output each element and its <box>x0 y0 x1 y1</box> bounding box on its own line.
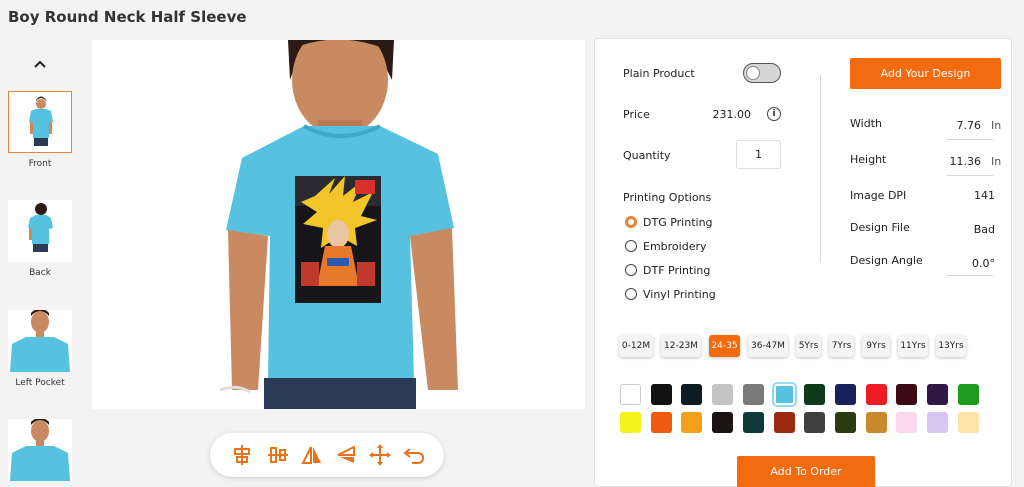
thumbnail-label: Back <box>29 268 51 278</box>
other-view-image <box>8 419 72 481</box>
quantity-input[interactable]: 1 <box>736 140 781 169</box>
height-value[interactable]: 11.36 <box>925 155 982 168</box>
size-9yrs[interactable]: 9Yrs <box>862 335 890 357</box>
width-label: Width <box>850 117 882 130</box>
width-underline <box>947 139 993 140</box>
color-swatch[interactable] <box>650 412 672 433</box>
image-dpi-value: 141 <box>974 189 995 202</box>
thumbnail-front[interactable] <box>8 91 72 153</box>
color-swatch[interactable] <box>865 384 887 405</box>
color-swatch[interactable] <box>742 384 764 405</box>
design-angle-label: Design Angle <box>850 254 923 267</box>
color-swatch[interactable] <box>773 412 795 433</box>
width-unit: In <box>991 119 1002 132</box>
column-divider <box>820 75 821 263</box>
thumbnail-other[interactable] <box>8 419 72 481</box>
thumbnail-left-pocket[interactable] <box>8 310 72 372</box>
color-swatch[interactable] <box>927 384 948 405</box>
height-underline <box>947 175 993 176</box>
customize-panel: Plain Product Price 231.00 i Quantity 1 … <box>594 38 1012 487</box>
add-your-design-button[interactable]: Add Your Design <box>850 58 1001 89</box>
size-24-35[interactable]: 24-35 <box>709 335 740 357</box>
move-arrows-icon[interactable] <box>368 443 392 467</box>
design-print[interactable] <box>295 176 381 303</box>
image-dpi-label: Image DPI <box>850 189 907 202</box>
color-swatch[interactable] <box>620 412 641 433</box>
color-swatch[interactable] <box>834 384 856 405</box>
info-icon[interactable]: i <box>767 107 781 121</box>
undo-icon[interactable] <box>402 443 426 467</box>
size-12-23m[interactable]: 12-23M <box>661 335 701 357</box>
color-swatch[interactable] <box>681 412 703 433</box>
radio-embroidery[interactable] <box>625 240 637 252</box>
plain-product-label: Plain Product <box>623 67 695 80</box>
align-horizontal-center-icon[interactable] <box>266 443 290 467</box>
view-thumbnails: Front Back Left Pocket <box>0 40 80 487</box>
thumbnail-label: Front <box>28 159 52 169</box>
angle-underline <box>947 275 993 276</box>
printing-options-label: Printing Options <box>623 191 712 204</box>
page-title: Boy Round Neck Half Sleeve <box>8 8 247 26</box>
add-to-order-button[interactable]: Add To Order <box>737 456 875 487</box>
design-file-label: Design File <box>850 221 910 234</box>
size-0-12m[interactable]: 0-12M <box>619 335 653 357</box>
design-artwork <box>295 176 381 303</box>
height-unit: In <box>991 155 1002 168</box>
color-swatch[interactable] <box>957 384 979 405</box>
flip-horizontal-icon[interactable] <box>300 443 324 467</box>
color-swatch[interactable] <box>712 384 734 405</box>
color-swatch[interactable] <box>620 384 641 405</box>
front-view-image <box>9 92 71 152</box>
toggle-knob <box>746 66 760 80</box>
option-embroidery[interactable]: Embroidery <box>643 240 707 253</box>
size-11yrs[interactable]: 11Yrs <box>898 335 928 357</box>
product-preview <box>92 40 585 409</box>
size-13yrs[interactable]: 13Yrs <box>936 335 966 357</box>
color-swatch[interactable] <box>865 412 887 433</box>
size-36-47m[interactable]: 36-47M <box>748 335 788 357</box>
option-dtg-printing[interactable]: DTG Printing <box>643 216 713 229</box>
size-7yrs[interactable]: 7Yrs <box>829 335 854 357</box>
color-swatch[interactable] <box>927 412 948 433</box>
thumbnail-label: Left Pocket <box>15 378 65 388</box>
thumbnail-back[interactable] <box>8 200 72 262</box>
align-vertical-center-icon[interactable] <box>230 443 254 467</box>
height-label: Height <box>850 153 887 166</box>
design-file-value: Bad <box>973 223 995 236</box>
option-vinyl-printing[interactable]: Vinyl Printing <box>643 288 716 301</box>
radio-dtf-printing[interactable] <box>625 264 637 276</box>
color-swatch[interactable] <box>650 384 672 405</box>
plain-product-toggle[interactable] <box>743 63 781 83</box>
width-value[interactable]: 7.76 <box>925 119 982 132</box>
design-toolbar <box>210 433 444 477</box>
flip-vertical-icon[interactable] <box>334 443 358 467</box>
price-value: 231.00 <box>712 108 752 121</box>
color-swatch[interactable] <box>834 412 856 433</box>
quantity-label: Quantity <box>623 149 671 162</box>
color-swatch[interactable] <box>896 384 918 405</box>
color-swatch[interactable] <box>742 412 764 433</box>
color-swatch[interactable] <box>804 384 826 405</box>
color-swatch[interactable] <box>896 412 918 433</box>
color-swatch[interactable] <box>773 384 795 405</box>
color-swatch[interactable] <box>804 412 826 433</box>
color-swatch[interactable] <box>681 384 703 405</box>
radio-dtg-printing[interactable] <box>625 216 637 228</box>
size-5yrs[interactable]: 5Yrs <box>796 335 821 357</box>
color-swatch[interactable] <box>957 412 979 433</box>
back-view-image <box>8 200 72 262</box>
option-dtf-printing[interactable]: DTF Printing <box>643 264 710 277</box>
design-angle-value[interactable]: 0.0° <box>935 257 995 270</box>
chevron-up-icon[interactable] <box>32 58 48 70</box>
color-swatch[interactable] <box>712 412 734 433</box>
left-pocket-view-image <box>8 310 72 372</box>
radio-vinyl-printing[interactable] <box>625 288 637 300</box>
price-label: Price <box>623 108 650 121</box>
